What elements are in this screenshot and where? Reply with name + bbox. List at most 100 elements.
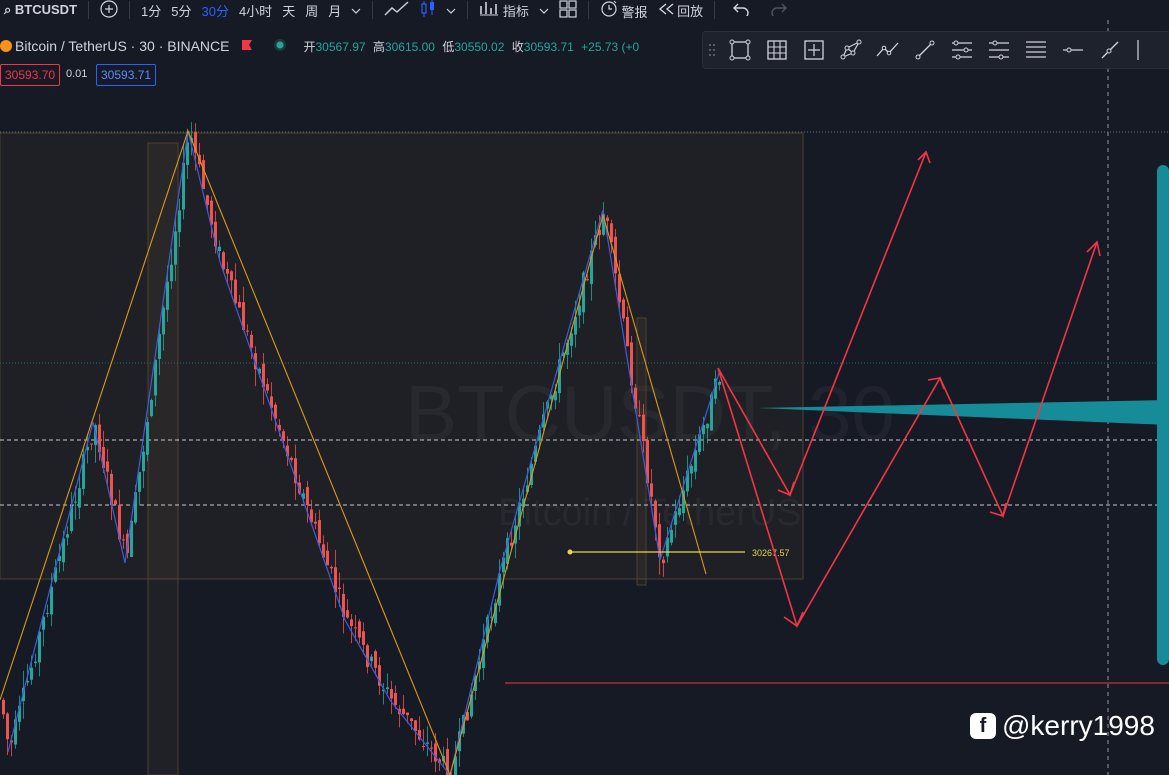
- candle-body: [314, 521, 317, 524]
- candle-body: [234, 279, 237, 304]
- candle-body: [222, 252, 225, 270]
- more-tools-icon[interactable]: [1128, 32, 1148, 68]
- candle-body: [402, 708, 405, 714]
- change-value: +25.73 (+0: [581, 39, 640, 54]
- candle-body: [202, 160, 205, 189]
- candle-body: [50, 586, 53, 615]
- candle-body: [346, 610, 349, 618]
- grid-icon[interactable]: [758, 32, 795, 68]
- crosshair-box-icon[interactable]: [795, 32, 832, 68]
- candle-body: [2, 699, 5, 715]
- rectangle-icon[interactable]: [721, 32, 758, 68]
- candle-body: [370, 656, 373, 662]
- candle-body: [230, 271, 233, 281]
- candle-body: [218, 246, 221, 252]
- candle-body: [642, 414, 645, 442]
- market-status-icon[interactable]: [273, 38, 287, 55]
- candle-body: [114, 500, 117, 505]
- candle-body: [606, 217, 609, 221]
- candle-body: [358, 621, 361, 638]
- candle-body: [430, 747, 433, 749]
- high-label: 高: [372, 39, 385, 54]
- side-panel-tab[interactable]: [1157, 165, 1169, 665]
- facebook-icon: f: [970, 713, 996, 739]
- candle-body: [622, 299, 625, 319]
- candle-body: [350, 619, 353, 627]
- candle-body: [250, 334, 253, 348]
- candle-body: [670, 529, 673, 543]
- candle-body: [74, 501, 77, 503]
- candle-body: [406, 712, 409, 716]
- candle-body: [638, 415, 641, 417]
- low-value: 30550.02: [454, 39, 505, 54]
- buy-price-box[interactable]: 30593.71: [96, 64, 157, 86]
- candle-body: [410, 718, 413, 722]
- candle-body: [330, 566, 333, 569]
- candle-body: [386, 687, 389, 690]
- parallel-channel-icon[interactable]: [943, 32, 980, 68]
- flag-icon[interactable]: [241, 38, 253, 54]
- candle-body: [122, 539, 125, 541]
- candle-body: [266, 384, 269, 391]
- path-icon[interactable]: [869, 32, 906, 68]
- candle-body: [174, 231, 177, 265]
- candle-body: [306, 487, 309, 506]
- candle-body: [106, 461, 109, 472]
- open-label: 开: [303, 39, 316, 54]
- candle-body: [586, 279, 589, 281]
- candle-body: [578, 305, 581, 316]
- bitcoin-logo-icon: [0, 40, 12, 52]
- drawing-toolbar: [702, 31, 1169, 69]
- candle-body: [206, 195, 209, 206]
- spread-value: 0.01: [66, 68, 88, 80]
- horizontal-lines-icon[interactable]: [1017, 32, 1054, 68]
- candle-body: [390, 689, 393, 699]
- candle-body: [422, 745, 425, 747]
- candle-body: [394, 692, 397, 705]
- candle-body: [354, 627, 357, 629]
- candle-body: [426, 742, 429, 744]
- candle-body: [226, 269, 229, 274]
- candle-body: [338, 587, 341, 590]
- candle-body: [694, 450, 697, 472]
- symbol-legend: Bitcoin / TetherUS · 30 · BINANCE 开30567…: [0, 34, 639, 58]
- trendline-icon[interactable]: [906, 32, 943, 68]
- candle-body: [618, 274, 621, 303]
- candle-body: [34, 661, 37, 664]
- ray-icon[interactable]: [1091, 32, 1128, 68]
- level-30267-label: 30267.57: [752, 548, 790, 558]
- candle-body: [78, 488, 81, 508]
- candle-body: [246, 330, 249, 332]
- candle-body: [150, 399, 153, 417]
- candle-body: [138, 471, 141, 492]
- candle-body: [178, 210, 181, 233]
- horizontal-ray-icon[interactable]: [1054, 32, 1091, 68]
- ohlc-values: 开30567.97 高30615.00 低30550.02 收30593.71 …: [303, 38, 639, 55]
- symbol-title: Bitcoin / TetherUS · 30 · BINANCE: [15, 38, 230, 54]
- drag-handle[interactable]: [703, 32, 721, 68]
- candle-body: [38, 631, 41, 663]
- candle-body: [374, 651, 377, 668]
- candle-body: [142, 451, 145, 472]
- candle-body: [650, 483, 653, 497]
- pitchfork-icon[interactable]: [980, 32, 1017, 68]
- candle-body: [166, 281, 169, 310]
- credit-handle: @kerry1998: [1002, 710, 1155, 741]
- candle-body: [706, 423, 709, 429]
- pattern-icon[interactable]: [832, 32, 869, 68]
- sell-price-box[interactable]: 30593.70: [0, 64, 61, 86]
- low-label: 低: [442, 39, 455, 54]
- candle-body: [318, 520, 321, 544]
- candle-body: [290, 457, 293, 460]
- candle-body: [414, 720, 417, 732]
- candle-body: [30, 667, 33, 680]
- candle-body: [162, 307, 165, 335]
- candle-body: [718, 381, 721, 385]
- level-anchor[interactable]: [567, 549, 573, 555]
- candle-body: [46, 612, 49, 614]
- price-chart[interactable]: BTCUSDT, 30 Bitcoin / TetherUS 30267.57: [0, 0, 1169, 775]
- candle-body: [238, 301, 241, 308]
- candle-body: [146, 422, 149, 455]
- candle-body: [362, 631, 365, 645]
- range-box[interactable]: [636, 317, 647, 586]
